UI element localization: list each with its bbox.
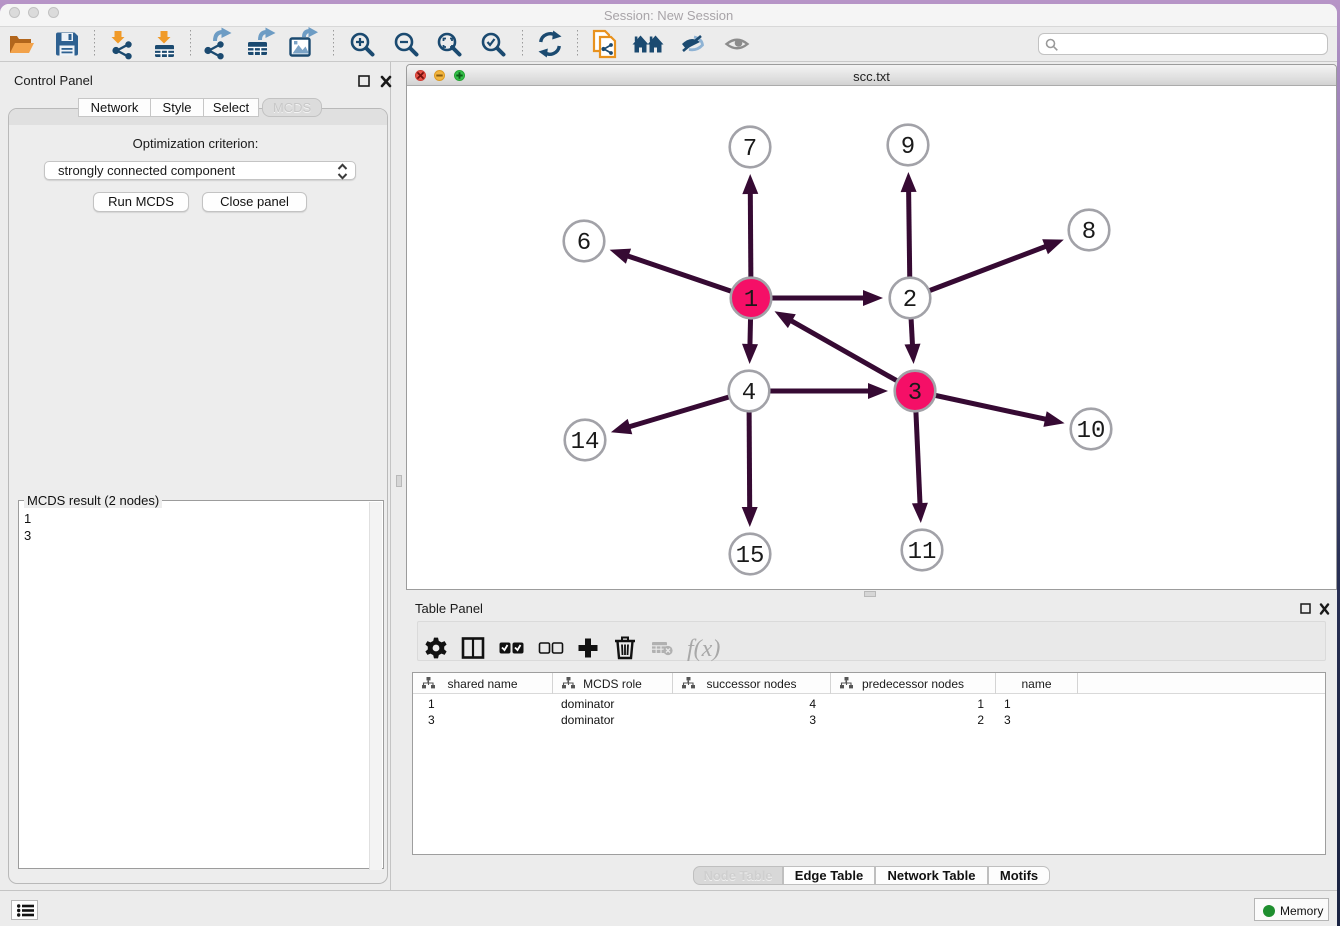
svg-text:f(x): f(x) <box>687 636 720 662</box>
svg-text:10: 10 <box>1077 418 1106 445</box>
svg-text:14: 14 <box>571 429 600 456</box>
svg-text:1: 1 <box>744 287 758 314</box>
svg-text:8: 8 <box>1082 219 1096 246</box>
svg-text:7: 7 <box>743 136 757 163</box>
svg-text:11: 11 <box>908 539 937 566</box>
svg-text:2: 2 <box>903 287 917 314</box>
svg-text:9: 9 <box>901 134 915 161</box>
svg-text:15: 15 <box>736 543 765 570</box>
svg-text:3: 3 <box>908 380 922 407</box>
svg-text:4: 4 <box>742 380 756 407</box>
svg-text:6: 6 <box>577 230 591 257</box>
